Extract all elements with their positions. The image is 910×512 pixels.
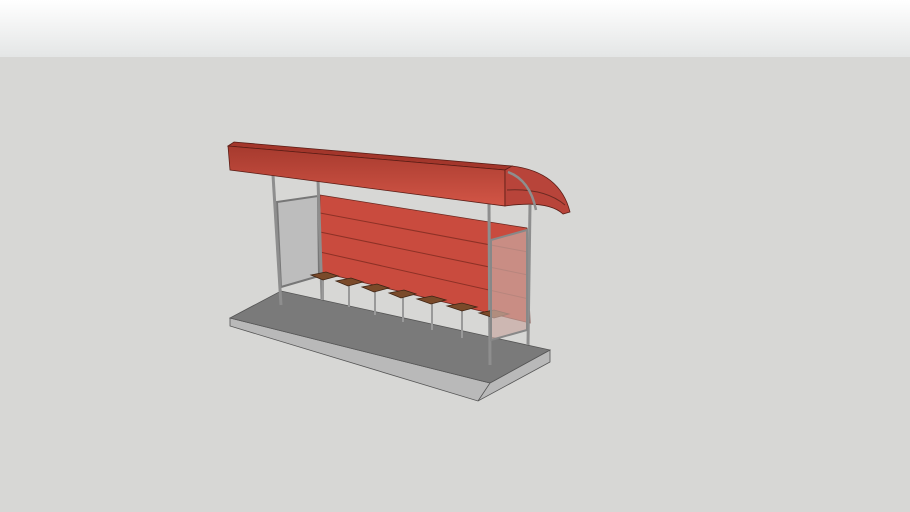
sky <box>0 0 910 57</box>
right-glass-panel <box>490 228 528 342</box>
model-viewport[interactable] <box>0 0 910 512</box>
left-glass-panel <box>275 194 321 289</box>
